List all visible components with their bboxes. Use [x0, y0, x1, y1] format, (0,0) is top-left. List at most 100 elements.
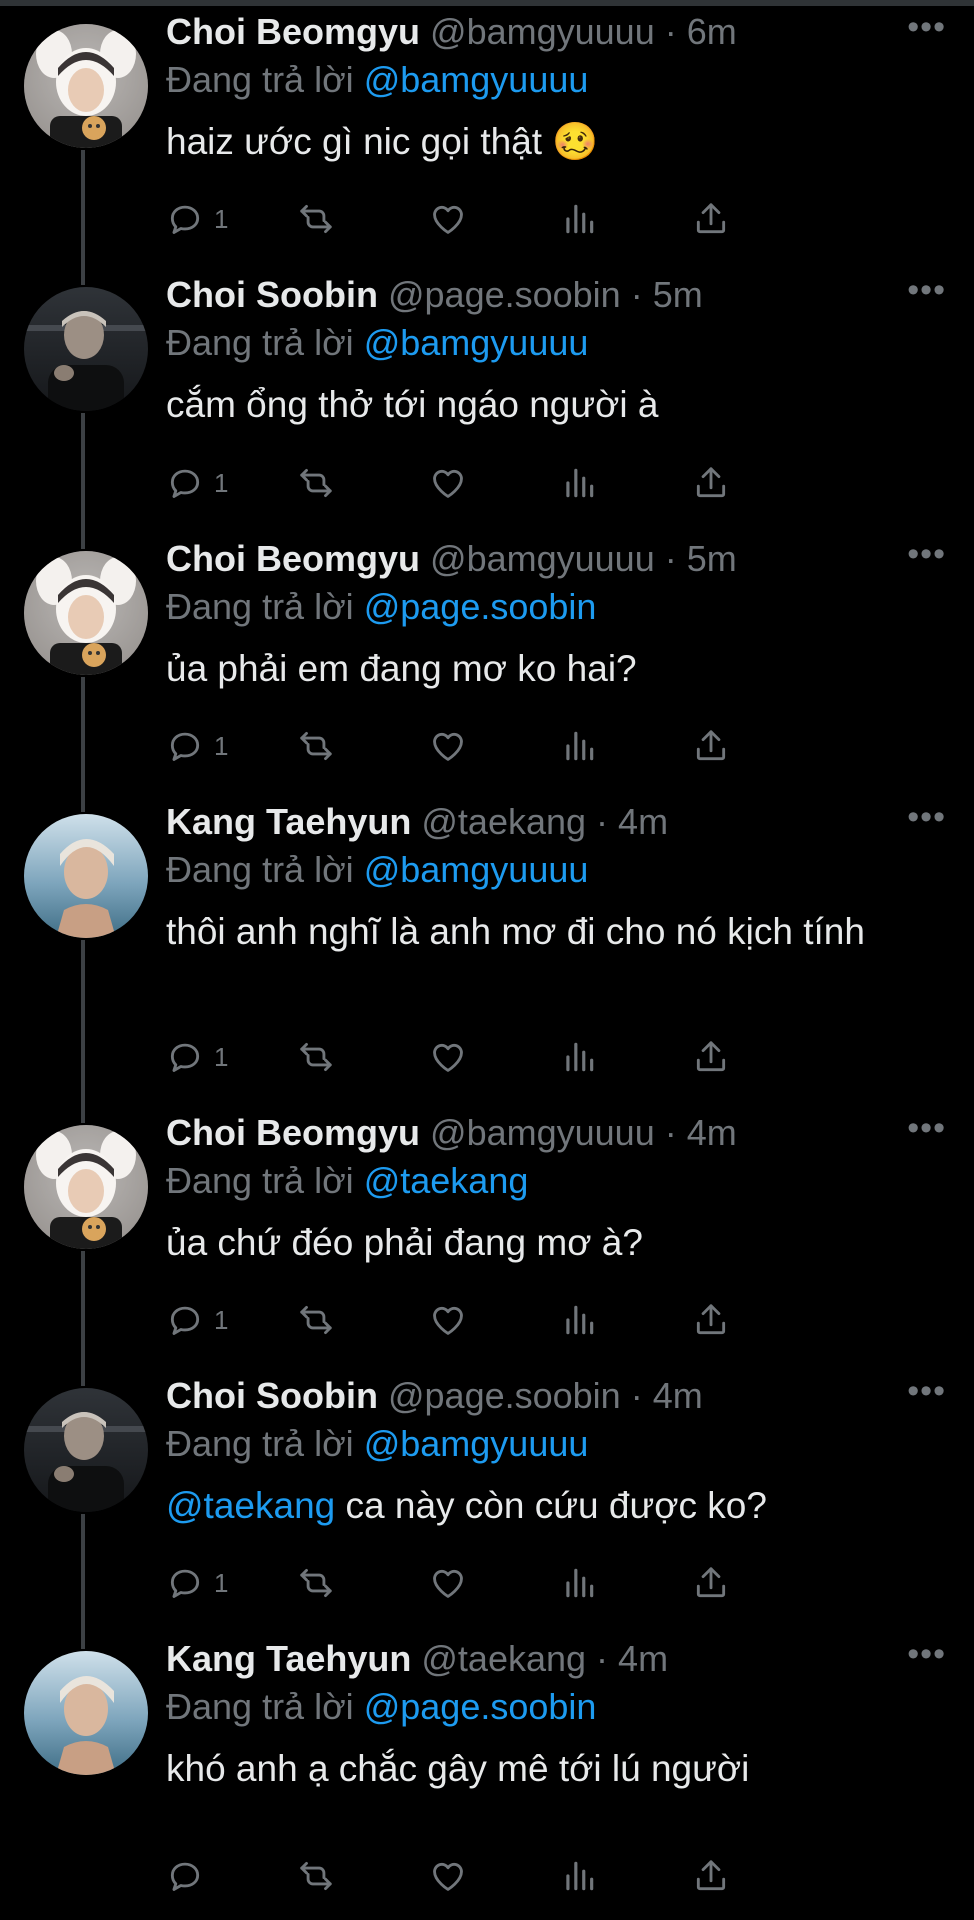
separator-dot: ·: [630, 1375, 653, 1416]
display-name[interactable]: Kang Taehyun: [166, 1638, 411, 1679]
like-button[interactable]: [429, 724, 467, 768]
reply-button[interactable]: 1: [166, 724, 228, 768]
display-name[interactable]: Choi Beomgyu: [166, 11, 420, 52]
more-icon[interactable]: •••: [907, 1109, 946, 1148]
reply-button[interactable]: 1: [166, 1561, 228, 1605]
retweet-button[interactable]: [297, 1561, 335, 1605]
heart-icon: [433, 1043, 463, 1072]
retweet-button[interactable]: [297, 1854, 335, 1898]
tweet[interactable]: Choi Soobin @page.soobin · 4m ••• Đang t…: [0, 1364, 974, 1649]
more-icon[interactable]: •••: [907, 271, 946, 310]
views-button[interactable]: [560, 1298, 598, 1342]
display-name[interactable]: Choi Soobin: [166, 1375, 378, 1416]
avatar-soobin[interactable]: [24, 287, 148, 411]
display-name[interactable]: Choi Soobin: [166, 274, 378, 315]
retweet-button[interactable]: [297, 1035, 335, 1079]
tweet[interactable]: Choi Soobin @page.soobin · 5m ••• Đang t…: [0, 263, 974, 549]
user-handle[interactable]: @taekang: [421, 801, 586, 842]
replying-to-label: Đang trả lời: [166, 1160, 354, 1201]
reply-button[interactable]: 1: [166, 1035, 228, 1079]
avatar-beomgyu[interactable]: [24, 551, 148, 675]
share-button[interactable]: [692, 197, 730, 241]
retweet-button[interactable]: [297, 461, 335, 505]
user-handle[interactable]: @bamgyuuuu: [430, 1112, 655, 1153]
more-icon[interactable]: •••: [907, 798, 946, 837]
replying-to-handle[interactable]: @bamgyuuuu: [364, 59, 589, 100]
share-button[interactable]: [692, 1561, 730, 1605]
share-button[interactable]: [692, 724, 730, 768]
replying-to-handle[interactable]: @bamgyuuuu: [364, 849, 589, 890]
share-icon: [696, 203, 726, 234]
like-button[interactable]: [429, 1561, 467, 1605]
tweet[interactable]: Choi Beomgyu @bamgyuuuu · 6m ••• Đang tr…: [0, 0, 974, 285]
replying-to-handle[interactable]: @page.soobin: [364, 586, 597, 627]
tweet[interactable]: Kang Taehyun @taekang · 4m ••• Đang trả …: [0, 1627, 974, 1920]
tweet-time[interactable]: 4m: [618, 801, 668, 842]
share-button[interactable]: [692, 1035, 730, 1079]
separator-dot: ·: [630, 274, 653, 315]
reply-button[interactable]: [166, 1854, 214, 1898]
avatar-beomgyu[interactable]: [24, 1125, 148, 1249]
retweet-button[interactable]: [297, 1298, 335, 1342]
reply-button[interactable]: 1: [166, 1298, 228, 1342]
like-button[interactable]: [429, 1298, 467, 1342]
avatar-soobin[interactable]: [24, 1388, 148, 1512]
display-name[interactable]: Choi Beomgyu: [166, 1112, 420, 1153]
display-name[interactable]: Choi Beomgyu: [166, 538, 420, 579]
user-handle[interactable]: @bamgyuuuu: [430, 538, 655, 579]
tweet[interactable]: Kang Taehyun @taekang · 4m ••• Đang trả …: [0, 790, 974, 1123]
tweet-body: ủa chứ đéo phải đang mơ à?: [166, 1222, 643, 1263]
reply-button[interactable]: 1: [166, 197, 228, 241]
reply-button[interactable]: 1: [166, 461, 228, 505]
share-button[interactable]: [692, 461, 730, 505]
more-icon[interactable]: •••: [907, 8, 946, 47]
share-button[interactable]: [692, 1298, 730, 1342]
views-button[interactable]: [560, 461, 598, 505]
heart-icon: [433, 469, 463, 498]
avatar-taehyun[interactable]: [24, 814, 148, 938]
display-name[interactable]: Kang Taehyun: [166, 801, 411, 842]
replying-to-handle[interactable]: @bamgyuuuu: [364, 1423, 589, 1464]
like-button[interactable]: [429, 1035, 467, 1079]
replying-to-handle[interactable]: @taekang: [364, 1160, 529, 1201]
more-icon[interactable]: •••: [907, 535, 946, 574]
more-icon[interactable]: •••: [907, 1635, 946, 1674]
retweet-icon: [300, 1305, 332, 1335]
separator-dot: ·: [664, 11, 687, 52]
tweet-actions: 1: [166, 197, 856, 241]
views-icon: [566, 468, 594, 498]
reply-count: 1: [214, 203, 229, 234]
tweet-time[interactable]: 5m: [687, 538, 737, 579]
more-icon[interactable]: •••: [907, 1372, 946, 1411]
retweet-button[interactable]: [297, 197, 335, 241]
tweet-header: Kang Taehyun @taekang · 4m: [166, 800, 668, 844]
text-mention[interactable]: @taekang: [166, 1485, 335, 1526]
views-button[interactable]: [560, 1561, 598, 1605]
replying-to-handle[interactable]: @bamgyuuuu: [364, 322, 589, 363]
replying-to-handle[interactable]: @page.soobin: [364, 1686, 597, 1727]
tweet-time[interactable]: 6m: [687, 11, 737, 52]
tweet-text: haiz ước gì nic gọi thật 🥴: [166, 118, 926, 166]
tweet-time[interactable]: 4m: [653, 1375, 703, 1416]
tweet[interactable]: Choi Beomgyu @bamgyuuuu · 5m ••• Đang tr…: [0, 527, 974, 812]
avatar-beomgyu[interactable]: [24, 24, 148, 148]
user-handle[interactable]: @page.soobin: [388, 1375, 621, 1416]
tweet-time[interactable]: 5m: [653, 274, 703, 315]
share-button[interactable]: [692, 1854, 730, 1898]
user-handle[interactable]: @bamgyuuuu: [430, 11, 655, 52]
views-button[interactable]: [560, 1035, 598, 1079]
like-button[interactable]: [429, 197, 467, 241]
like-button[interactable]: [429, 1854, 467, 1898]
user-handle[interactable]: @page.soobin: [388, 274, 621, 315]
tweet[interactable]: Choi Beomgyu @bamgyuuuu · 4m ••• Đang tr…: [0, 1101, 974, 1386]
retweet-button[interactable]: [297, 724, 335, 768]
tweet-time[interactable]: 4m: [618, 1638, 668, 1679]
like-button[interactable]: [429, 461, 467, 505]
avatar-taehyun[interactable]: [24, 1651, 148, 1775]
views-button[interactable]: [560, 1854, 598, 1898]
views-button[interactable]: [560, 197, 598, 241]
views-button[interactable]: [560, 724, 598, 768]
tweet-time[interactable]: 4m: [687, 1112, 737, 1153]
user-handle[interactable]: @taekang: [421, 1638, 586, 1679]
reply-count: 1: [214, 1304, 229, 1335]
